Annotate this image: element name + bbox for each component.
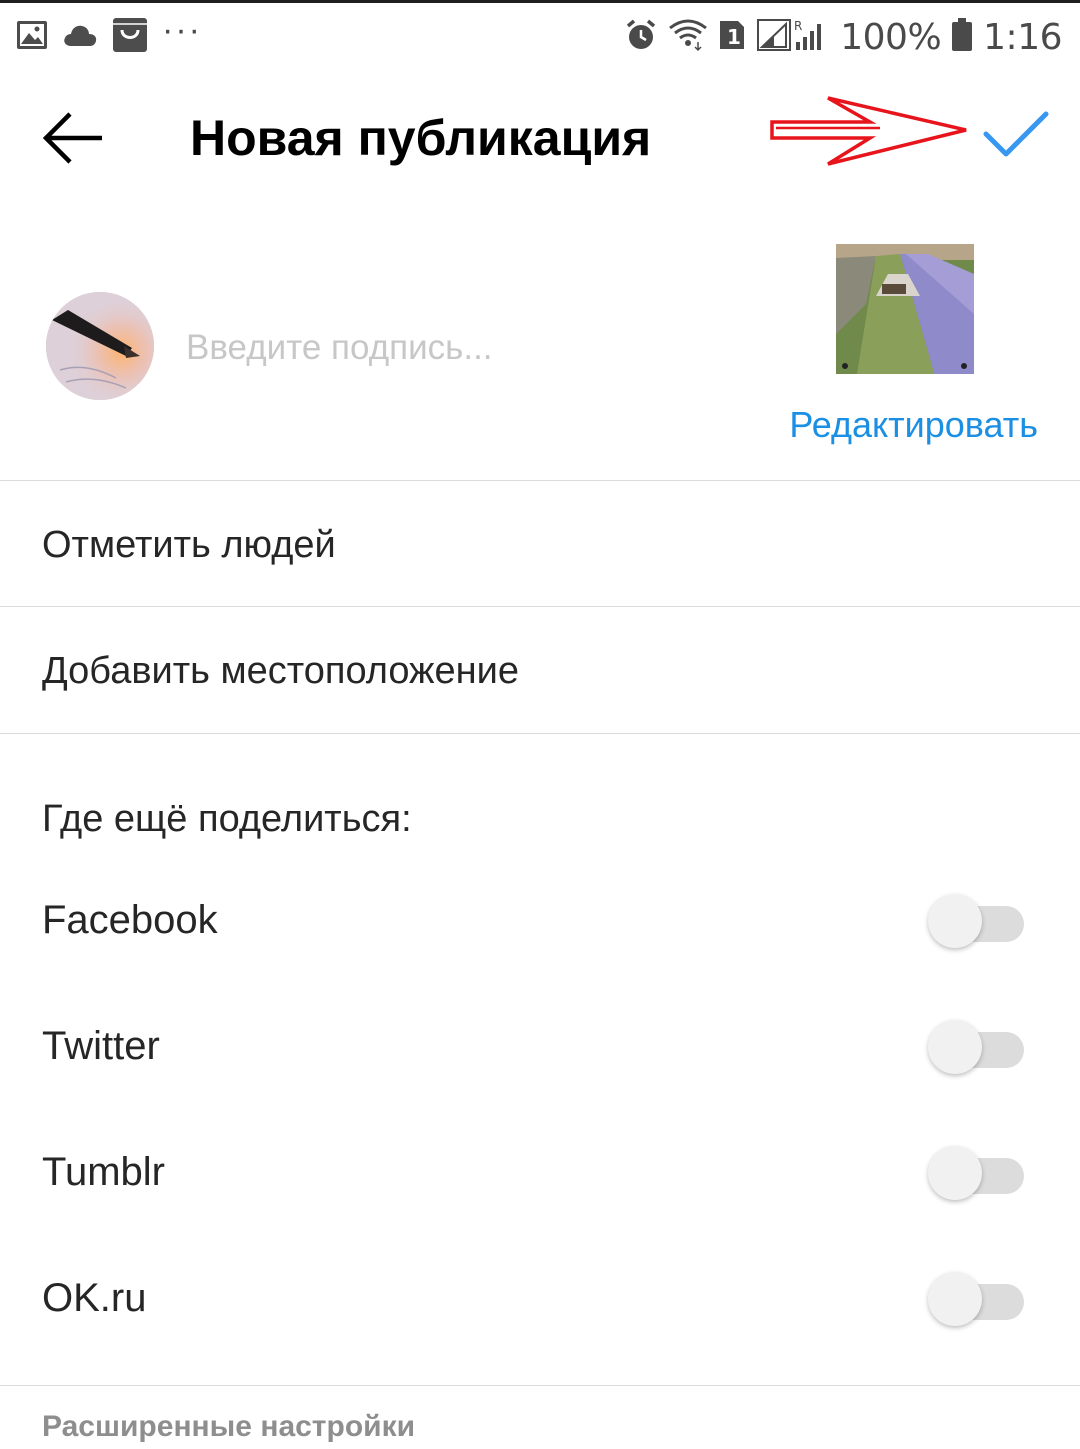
share-label-okru: OK.ru [42,1276,147,1320]
shopping-bag-icon [112,16,148,59]
cloud-icon [62,22,98,53]
page-title: Новая публикация [190,110,652,166]
battery-icon [951,17,973,57]
app-header: Новая публикация [0,68,1080,208]
divider [0,480,1080,481]
toggle-knob [928,1146,982,1200]
share-row-tumblr: Tumblr [0,1124,1080,1224]
wifi-icon [668,18,708,57]
toggle-knob [928,1272,982,1326]
advanced-settings-link[interactable]: Расширенные настройки [42,1410,415,1444]
signal-icon: R [756,18,830,57]
tag-people-label: Отметить людей [42,524,336,566]
toggle-knob [928,894,982,948]
more-dots-icon: ··· [162,11,202,49]
toggle-knob [928,1020,982,1074]
share-label-tumblr: Tumblr [42,1150,165,1194]
divider [0,606,1080,607]
confirm-button[interactable] [978,104,1054,164]
sim-icon: 1 [718,19,746,56]
edit-link[interactable]: Редактировать [789,404,1038,446]
clock: 1:16 [983,16,1062,58]
facebook-toggle[interactable] [926,892,1026,950]
twitter-toggle[interactable] [926,1018,1026,1076]
share-section-title: Где ещё поделиться: [42,798,412,840]
share-row-okru: OK.ru [0,1250,1080,1350]
arrow-left-icon [42,112,102,164]
fountain-pen-photo [46,292,154,400]
status-bar: ··· 1 R 100% 1:16 [0,0,1080,68]
share-row-facebook: Facebook [0,872,1080,972]
roaming-indicator: R [794,19,802,33]
battery-percent: 100% [840,16,942,58]
share-label-facebook: Facebook [42,898,218,942]
okru-toggle[interactable] [926,1270,1026,1328]
share-row-twitter: Twitter [0,998,1080,1098]
red-annotation-arrow-icon [770,96,967,166]
alarm-icon [624,18,658,57]
add-location-item[interactable]: Добавить местоположение [0,608,1080,733]
tumblr-toggle[interactable] [926,1144,1026,1202]
caption-input[interactable] [186,320,746,376]
share-label-twitter: Twitter [42,1024,160,1068]
divider [0,733,1080,734]
gallery-icon [16,19,48,56]
status-bar-system: 1 R 100% 1:16 [614,13,1062,61]
post-thumbnail[interactable] [836,244,974,380]
tag-people-item[interactable]: Отметить людей [0,482,1080,607]
divider [0,1385,1080,1386]
lavender-field-photo [836,244,974,380]
add-location-label: Добавить местоположение [42,650,519,692]
avatar [46,292,154,400]
back-button[interactable] [40,108,106,168]
caption-section: Редактировать [0,208,1080,480]
status-bar-notifications: ··· [16,13,216,59]
sim-slot-number: 1 [727,25,741,49]
checkmark-icon [983,111,1049,157]
